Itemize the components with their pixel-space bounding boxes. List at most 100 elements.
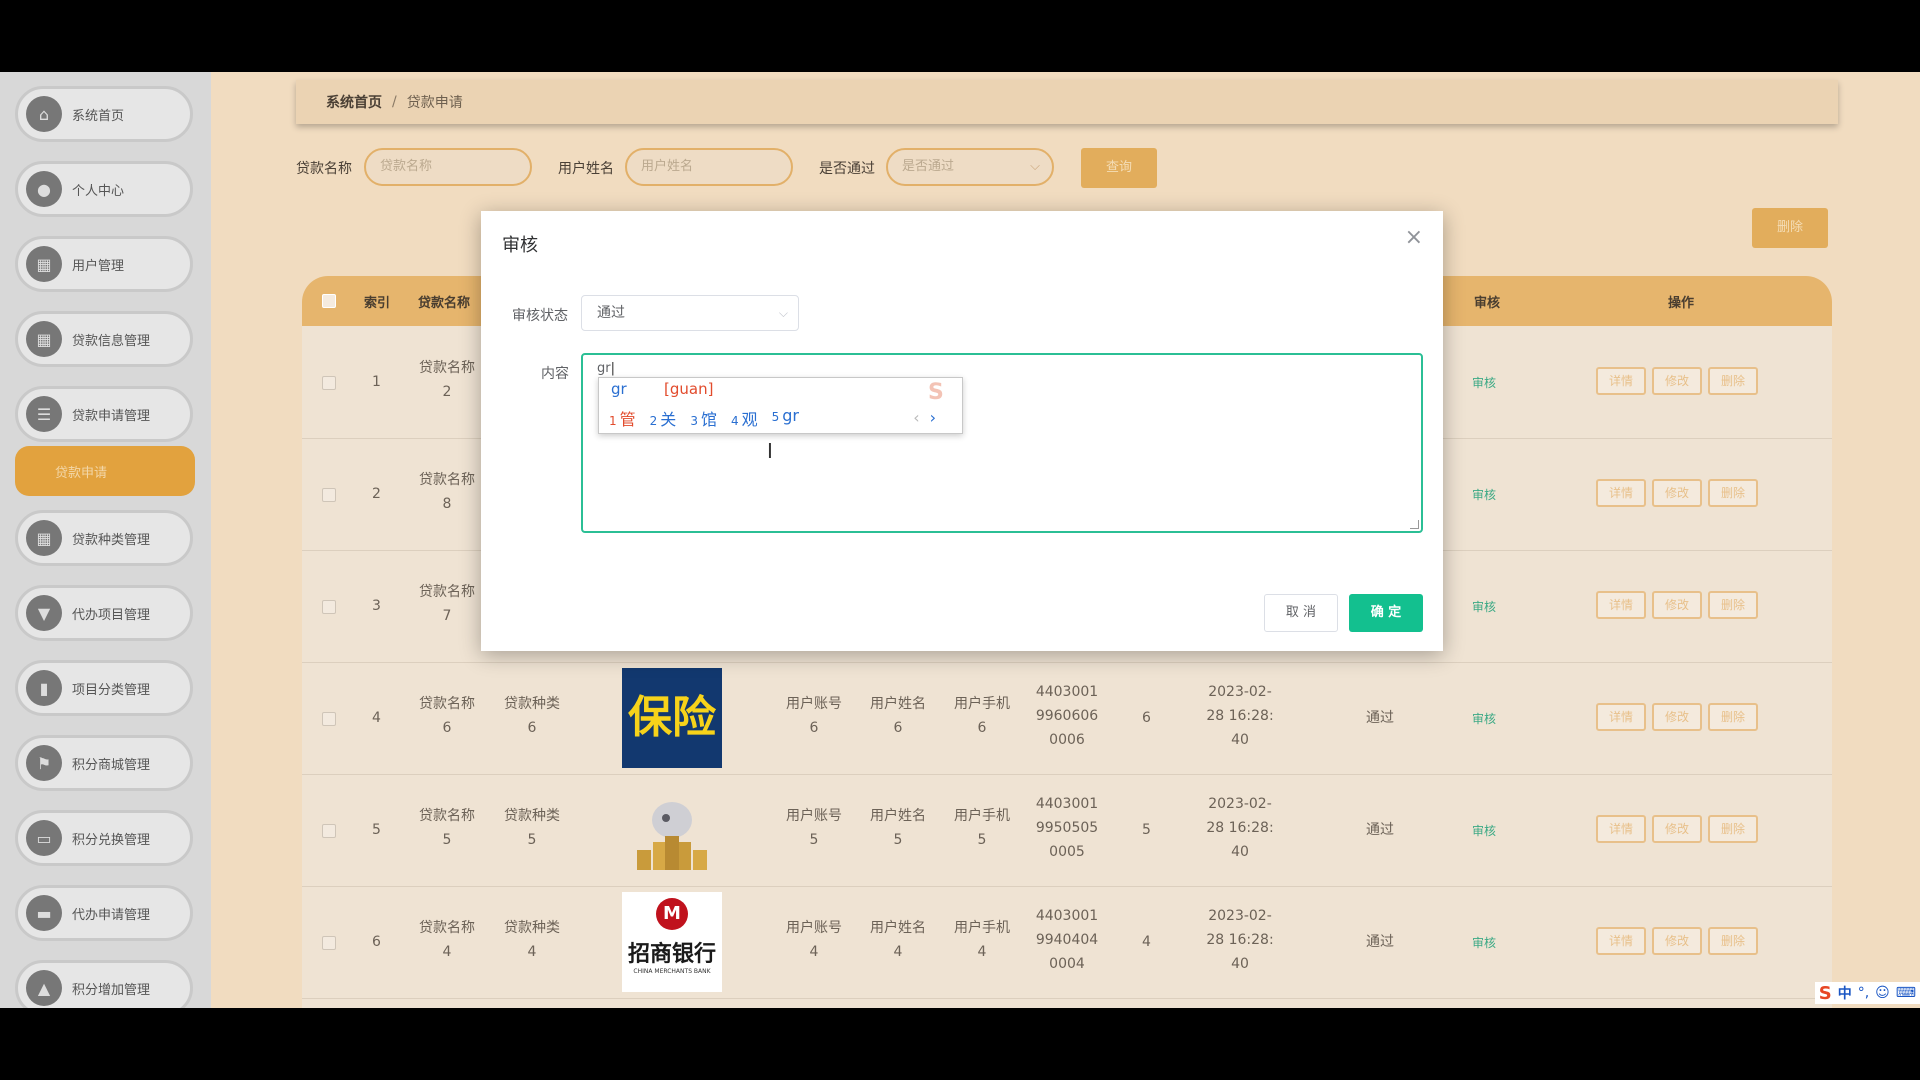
row-loan-name: 贷款名称 6 [417, 692, 477, 740]
edit-button[interactable]: 修改 [1652, 591, 1702, 619]
review-link[interactable]: 审核 [1472, 934, 1496, 951]
row-checkbox[interactable] [322, 936, 336, 950]
review-link[interactable]: 审核 [1472, 486, 1496, 503]
punctuation-toggle[interactable]: °, [1858, 985, 1869, 1001]
delete-button[interactable]: 删除 [1708, 815, 1758, 843]
row-id-number: 4403001 9940404 0004 [1032, 904, 1102, 976]
confirm-button[interactable]: 确 定 [1349, 594, 1423, 632]
review-link[interactable]: 审核 [1472, 710, 1496, 727]
sogou-logo-icon: S [928, 380, 944, 405]
loan-name-input[interactable]: 贷款名称 [364, 148, 532, 186]
detail-button[interactable]: 详情 [1596, 703, 1646, 731]
ime-candidate[interactable]: 1管 [609, 406, 636, 430]
cmb-m-icon: M [656, 898, 688, 930]
ime-language-toggle[interactable]: 中 [1838, 983, 1852, 1003]
row-checkbox[interactable] [322, 712, 336, 726]
user-name-label: 用户姓名 [558, 161, 614, 177]
id-part: 9940404 [1035, 932, 1099, 948]
sidebar-item-loan-type[interactable]: ▦ 贷款种类管理 [15, 510, 193, 566]
review-link[interactable]: 审核 [1472, 598, 1496, 615]
passed-select[interactable]: 是否通过 ⌵ [886, 148, 1054, 186]
detail-button[interactable]: 详情 [1596, 367, 1646, 395]
sogou-logo-icon[interactable]: S [1819, 983, 1832, 1004]
sidebar-item-label: 个人中心 [72, 183, 125, 199]
grid-icon: ▦ [26, 321, 62, 357]
sidebar-item-points-add[interactable]: ▲ 积分增加管理 [15, 960, 193, 1008]
row-time: 2023-02- 28 16:28: 40 [1200, 680, 1280, 752]
ime-candidate[interactable]: 5 gr [772, 406, 799, 430]
breadcrumb-current: 贷款申请 [406, 95, 463, 111]
edit-button[interactable]: 修改 [1652, 703, 1702, 731]
row-loan-type: 贷款种类 5 [502, 804, 562, 852]
review-link[interactable]: 审核 [1472, 822, 1496, 839]
sidebar-item-agency-project[interactable]: ▼ 代办项目管理 [15, 585, 193, 641]
edit-button[interactable]: 修改 [1652, 815, 1702, 843]
row-index: 1 [372, 374, 381, 390]
delete-button[interactable]: 删除 [1708, 703, 1758, 731]
edit-button[interactable]: 修改 [1652, 367, 1702, 395]
resize-handle[interactable] [1410, 520, 1419, 529]
row-passed: 通过 [1366, 822, 1394, 838]
sidebar-item-loan-apply-mgmt[interactable]: ☰ 贷款申请管理 [15, 386, 193, 442]
sidebar-item-home[interactable]: ⌂ 系统首页 [15, 86, 193, 142]
ime-candidate-number: 5 [771, 410, 780, 424]
cmb-english-name: CHINA MERCHANTS BANK [633, 968, 711, 975]
breadcrumb-home[interactable]: 系统首页 [326, 92, 382, 112]
loan-name-number: 6 [442, 720, 452, 736]
delete-button[interactable]: 删除 [1708, 927, 1758, 955]
review-dialog: 审核 × 审核状态 通过 ⌵ 内容 gr| gr [guan] S 1管 2关 … [481, 211, 1443, 651]
sidebar-item-agency-apply[interactable]: ▬ 代办申请管理 [15, 885, 193, 941]
sidebar-item-label: 系统首页 [72, 108, 125, 124]
keyboard-icon[interactable]: ⌨ [1896, 985, 1916, 1001]
row-loan-name: 贷款名称 5 [417, 804, 477, 852]
status-select[interactable]: 通过 ⌵ [581, 295, 799, 331]
sidebar-item-label: 用户管理 [72, 258, 125, 274]
phone-number: 5 [977, 832, 987, 848]
sidebar-item-points-mall[interactable]: ⚑ 积分商城管理 [15, 735, 193, 791]
sidebar-item-label: 代办项目管理 [72, 607, 151, 623]
id-part: 0004 [1049, 956, 1085, 972]
loan-name-text: 贷款名称 [419, 920, 475, 936]
row-checkbox[interactable] [322, 600, 336, 614]
user-name-input[interactable]: 用户姓名 [625, 148, 793, 186]
edit-button[interactable]: 修改 [1652, 479, 1702, 507]
cancel-button[interactable]: 取 消 [1264, 594, 1338, 632]
sidebar-item-loan-apply[interactable]: 贷款申请 [15, 446, 195, 496]
edit-button[interactable]: 修改 [1652, 927, 1702, 955]
detail-button[interactable]: 详情 [1596, 927, 1646, 955]
detail-button[interactable]: 详情 [1596, 815, 1646, 843]
id-part: 0006 [1049, 732, 1085, 748]
sidebar-item-loan-info[interactable]: ▦ 贷款信息管理 [15, 311, 193, 367]
emoji-icon[interactable]: ☺ [1875, 985, 1890, 1001]
detail-button[interactable]: 详情 [1596, 479, 1646, 507]
delete-button[interactable]: 删除 [1708, 479, 1758, 507]
sidebar-item-points-exchange[interactable]: ▭ 积分兑换管理 [15, 810, 193, 866]
review-link[interactable]: 审核 [1472, 374, 1496, 391]
delete-button[interactable]: 删除 [1708, 591, 1758, 619]
query-button[interactable]: 查询 [1081, 148, 1157, 188]
row-id-number: 4403001 9950505 0005 [1032, 792, 1102, 864]
sidebar-item-project-category[interactable]: ▮ 项目分类管理 [15, 660, 193, 716]
loan-name-text: 贷款名称 [419, 472, 475, 488]
ime-candidate[interactable]: 4观 [731, 406, 758, 430]
chevron-down-icon: ⌵ [1030, 159, 1040, 174]
sidebar-item-label: 积分兑换管理 [72, 832, 151, 848]
ime-candidate[interactable]: 2关 [650, 406, 677, 430]
ime-candidate[interactable]: 3馆 [690, 406, 717, 430]
detail-button[interactable]: 详情 [1596, 591, 1646, 619]
batch-delete-button[interactable]: 删除 [1752, 208, 1828, 248]
row-checkbox[interactable] [322, 824, 336, 838]
ime-candidate-text: 管 [619, 410, 636, 429]
sidebar-item-personal[interactable]: ● 个人中心 [15, 161, 193, 217]
loan-name-number: 5 [442, 832, 452, 848]
ime-next-page-icon[interactable]: › [930, 408, 936, 427]
close-icon[interactable]: × [1405, 225, 1423, 250]
row-checkbox[interactable] [322, 488, 336, 502]
time-part: 40 [1231, 732, 1249, 748]
sidebar-item-users[interactable]: ▦ 用户管理 [15, 236, 193, 292]
row-index: 2 [372, 486, 381, 502]
delete-button[interactable]: 删除 [1708, 367, 1758, 395]
row-checkbox[interactable] [322, 376, 336, 390]
ime-prev-page-icon[interactable]: ‹ [913, 408, 919, 427]
select-all-checkbox[interactable] [322, 294, 336, 308]
